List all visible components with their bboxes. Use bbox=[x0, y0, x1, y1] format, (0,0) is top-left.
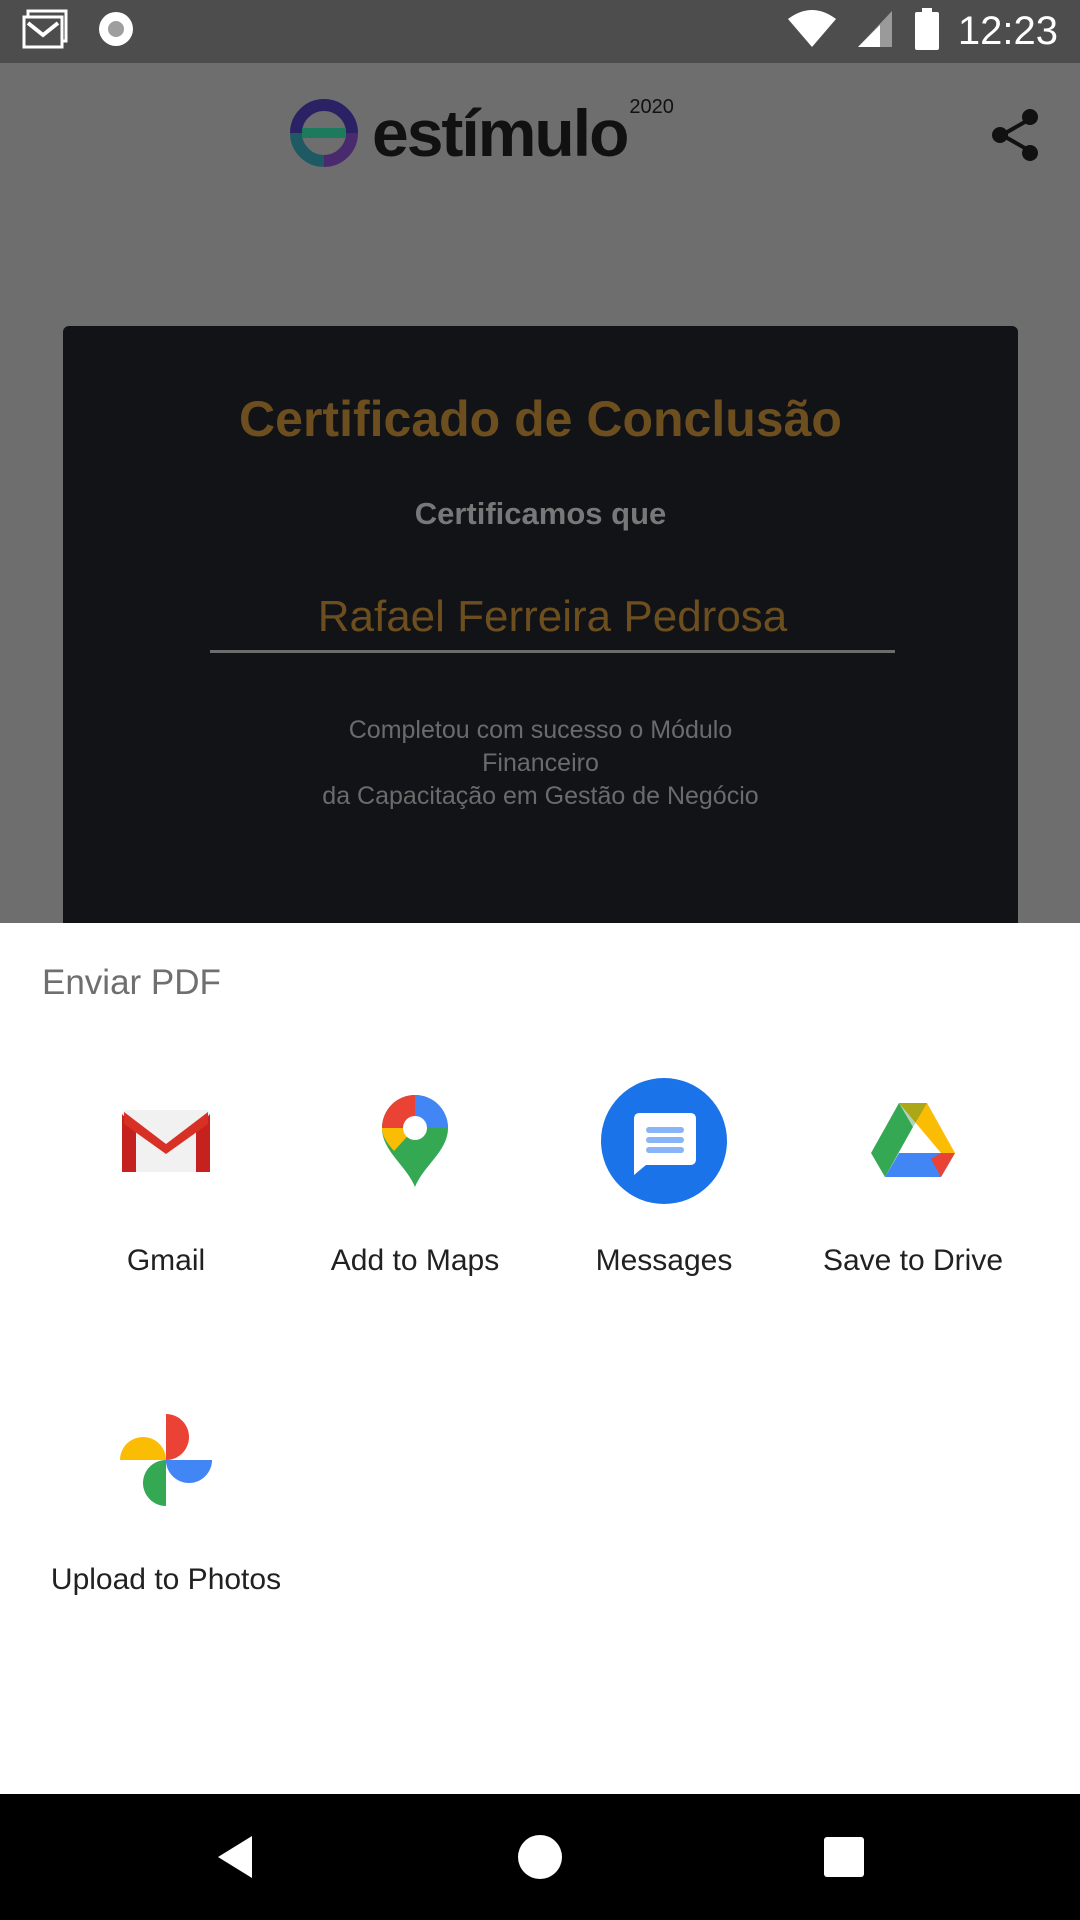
app-logo: estímulo 2020 bbox=[288, 95, 674, 171]
share-sheet: Enviar PDF Gmail Add to Maps Messages Sa… bbox=[0, 923, 1080, 1794]
photos-icon bbox=[101, 1395, 231, 1525]
share-icon bbox=[992, 109, 1038, 161]
back-button[interactable] bbox=[212, 1832, 262, 1882]
messages-icon bbox=[599, 1076, 729, 1206]
home-button[interactable] bbox=[515, 1832, 565, 1882]
wifi-icon bbox=[786, 9, 838, 54]
record-icon bbox=[96, 9, 136, 54]
share-target-drive[interactable]: Save to Drive bbox=[788, 1076, 1038, 1278]
back-icon bbox=[218, 1836, 252, 1878]
share-target-label: Gmail bbox=[126, 1244, 206, 1277]
share-target-messages[interactable]: Messages bbox=[539, 1076, 789, 1278]
certificate-desc-line: Financeiro bbox=[482, 749, 599, 777]
signal-icon bbox=[856, 9, 896, 54]
share-target-label: Save to Drive bbox=[822, 1244, 1004, 1277]
certificate-desc-line: Completou com sucesso o Módulo bbox=[348, 716, 733, 744]
share-target-maps[interactable]: Add to Maps bbox=[290, 1076, 540, 1278]
certificate-card: Certificado de Conclusão Certificamos qu… bbox=[63, 326, 1018, 986]
home-icon bbox=[518, 1835, 562, 1879]
share-target-label: Messages bbox=[595, 1244, 733, 1277]
certificate-subtitle: Certificamos que bbox=[414, 496, 667, 531]
status-time: 12:23 bbox=[957, 9, 1058, 53]
logo-year: 2020 bbox=[629, 95, 674, 118]
logo-mark-icon bbox=[290, 99, 358, 167]
battery-icon bbox=[914, 8, 940, 55]
drive-icon bbox=[848, 1076, 978, 1206]
recents-button[interactable] bbox=[819, 1832, 869, 1882]
logo-text: estímulo bbox=[372, 96, 629, 170]
maps-icon bbox=[350, 1076, 480, 1206]
share-target-label: Upload to Photos bbox=[50, 1563, 282, 1596]
gmail-notification-icon bbox=[22, 9, 68, 54]
certificate-description: Completou com sucesso o Módulo Financeir… bbox=[63, 714, 1018, 813]
share-target-label: Add to Maps bbox=[330, 1244, 500, 1277]
app-header: estímulo 2020 bbox=[0, 63, 1080, 203]
certificate-recipient-name: Rafael Ferreira Pedrosa bbox=[210, 592, 895, 653]
share-sheet-title: Enviar PDF bbox=[42, 963, 221, 1002]
share-target-photos[interactable]: Upload to Photos bbox=[41, 1395, 291, 1597]
share-button[interactable] bbox=[988, 107, 1044, 163]
certificate-title: Certificado de Conclusão bbox=[239, 391, 842, 447]
navigation-bar bbox=[0, 1794, 1080, 1920]
recents-icon bbox=[824, 1837, 864, 1877]
certificate-desc-line: da Capacitação em Gestão de Negócio bbox=[322, 782, 759, 810]
gmail-icon bbox=[101, 1076, 231, 1206]
share-target-gmail[interactable]: Gmail bbox=[41, 1076, 291, 1278]
status-bar: 12:23 bbox=[0, 0, 1080, 63]
